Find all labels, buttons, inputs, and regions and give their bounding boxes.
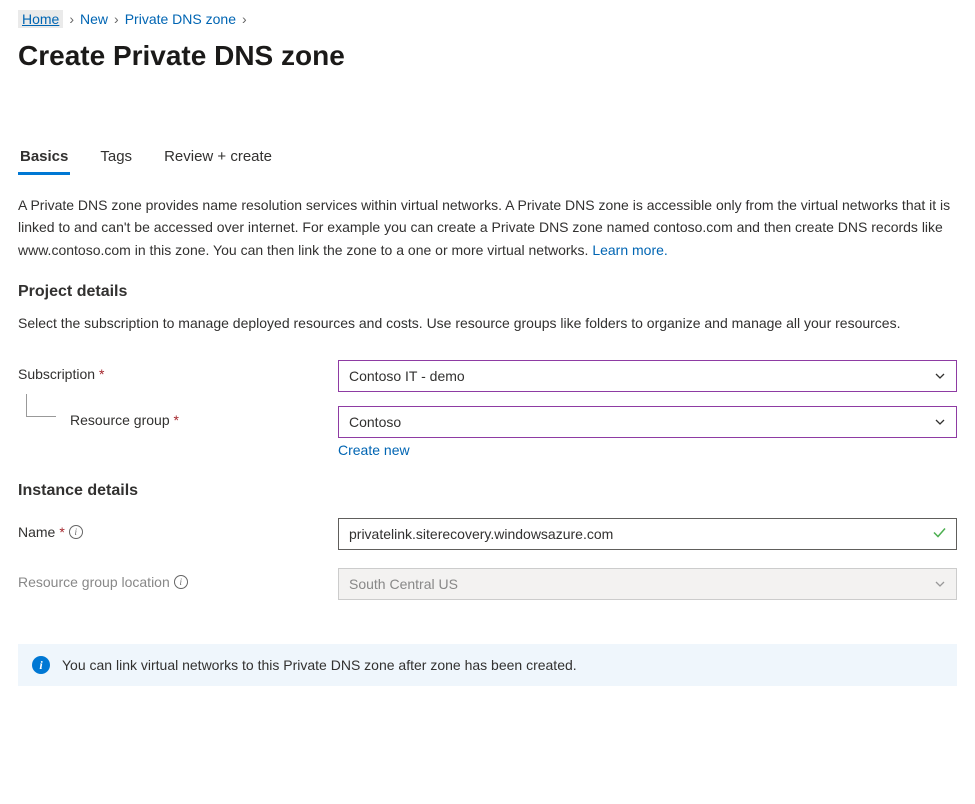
info-banner-text: You can link virtual networks to this Pr… bbox=[62, 657, 577, 673]
learn-more-link[interactable]: Learn more. bbox=[592, 242, 667, 258]
chevron-right-icon: › bbox=[114, 11, 119, 27]
info-icon: i bbox=[32, 656, 50, 674]
section-project-details-title: Project details bbox=[18, 283, 957, 301]
breadcrumb-private-dns-zone[interactable]: Private DNS zone bbox=[125, 11, 236, 27]
tabs: Basics Tags Review + create bbox=[18, 142, 957, 176]
subscription-select[interactable] bbox=[338, 360, 957, 392]
chevron-right-icon: › bbox=[242, 11, 247, 27]
breadcrumb-new[interactable]: New bbox=[80, 11, 108, 27]
create-new-row: Create new bbox=[338, 442, 957, 458]
chevron-right-icon: › bbox=[69, 11, 74, 27]
nested-indicator bbox=[18, 394, 70, 418]
page-title: Create Private DNS zone bbox=[18, 40, 957, 72]
resource-group-location-row: Resource group location i bbox=[18, 568, 957, 600]
name-row: Name * i bbox=[18, 518, 957, 550]
info-banner: i You can link virtual networks to this … bbox=[18, 644, 957, 686]
name-input[interactable] bbox=[338, 518, 957, 550]
subscription-label: Subscription * bbox=[18, 360, 338, 382]
required-indicator: * bbox=[174, 412, 179, 428]
tab-basics[interactable]: Basics bbox=[18, 142, 70, 175]
resource-group-select[interactable] bbox=[338, 406, 957, 438]
section-instance-details-title: Instance details bbox=[18, 482, 957, 500]
info-icon[interactable]: i bbox=[174, 575, 188, 589]
tab-review-create[interactable]: Review + create bbox=[162, 142, 274, 175]
resource-group-location-select bbox=[338, 568, 957, 600]
required-indicator: * bbox=[59, 524, 64, 540]
breadcrumb: Home › New › Private DNS zone › bbox=[18, 10, 957, 28]
resource-group-row: Resource group * bbox=[18, 406, 957, 438]
tab-tags[interactable]: Tags bbox=[98, 142, 134, 175]
tab-description: A Private DNS zone provides name resolut… bbox=[18, 194, 957, 261]
resource-group-label: Resource group * bbox=[70, 406, 338, 428]
name-label: Name * i bbox=[18, 518, 338, 540]
create-new-link[interactable]: Create new bbox=[338, 442, 410, 458]
resource-group-location-label: Resource group location i bbox=[18, 568, 338, 590]
required-indicator: * bbox=[99, 366, 104, 382]
section-project-details-desc: Select the subscription to manage deploy… bbox=[18, 313, 957, 334]
subscription-row: Subscription * bbox=[18, 360, 957, 392]
info-icon[interactable]: i bbox=[69, 525, 83, 539]
description-text: A Private DNS zone provides name resolut… bbox=[18, 197, 950, 258]
breadcrumb-home[interactable]: Home bbox=[18, 10, 63, 28]
